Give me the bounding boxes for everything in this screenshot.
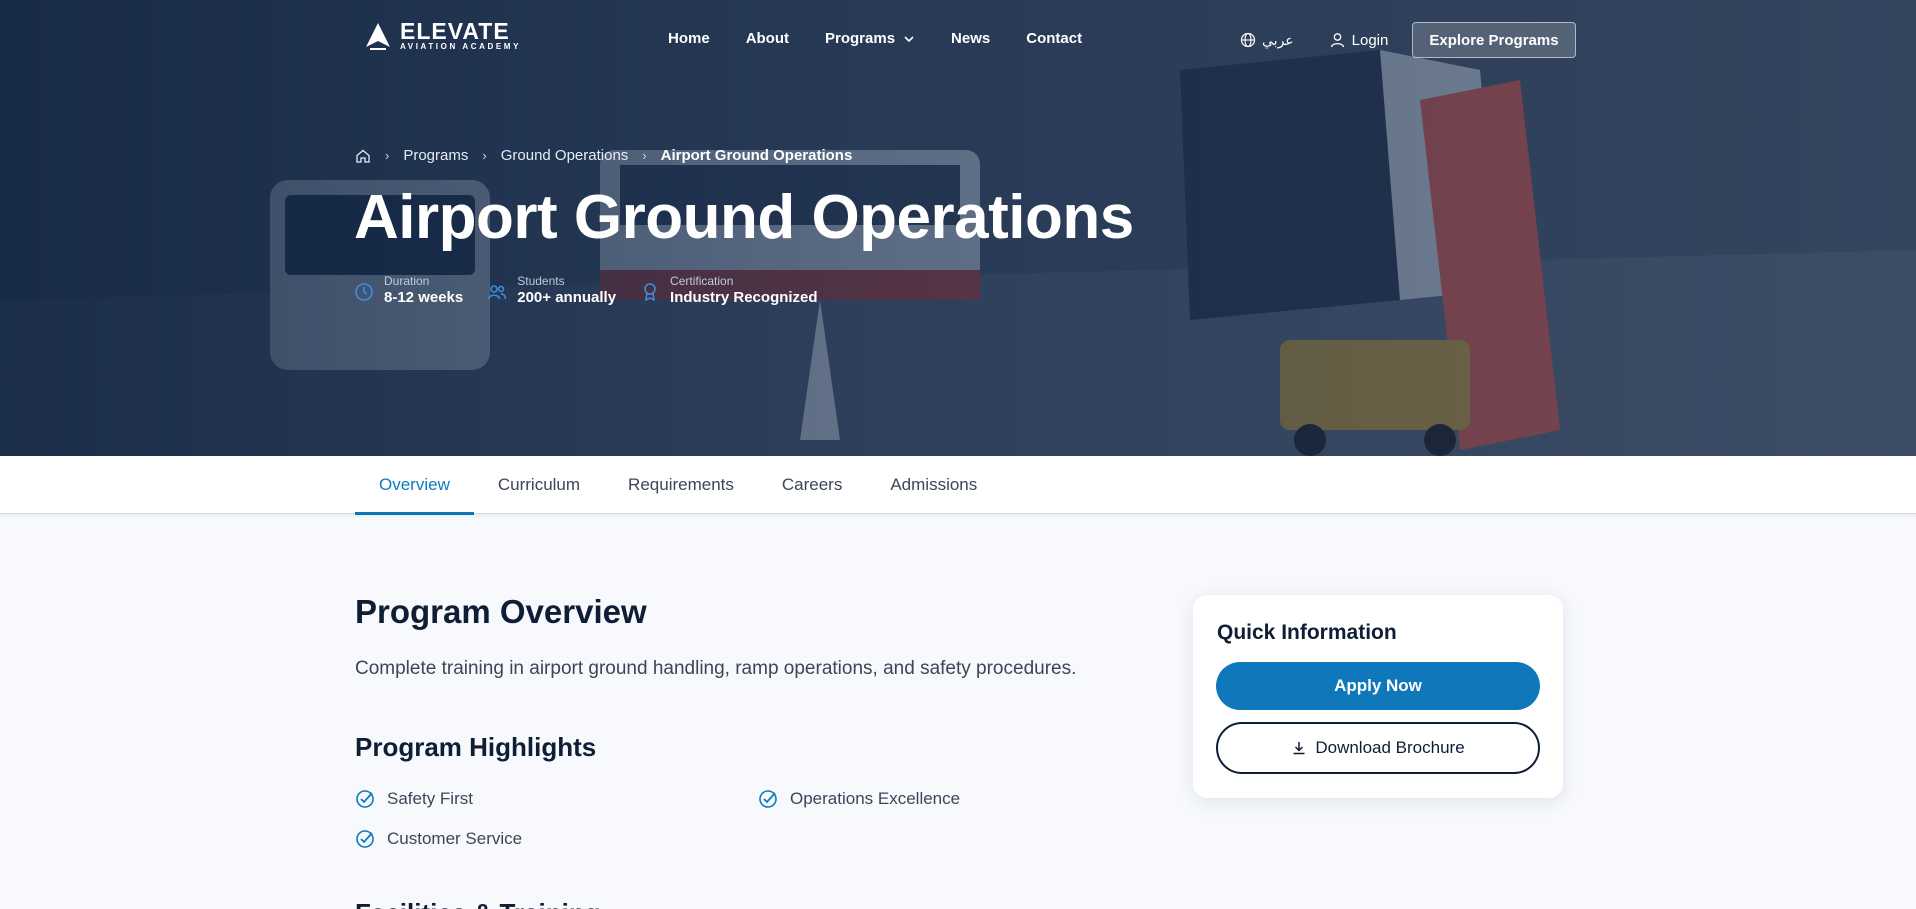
breadcrumb-current: Airport Ground Operations	[660, 147, 853, 164]
breadcrumb: › Programs › Ground Operations › Airport…	[355, 147, 852, 164]
check-circle-icon	[759, 790, 777, 808]
brand-name: ELEVATE	[400, 18, 510, 44]
home-icon[interactable]	[355, 148, 371, 164]
program-stats: Duration 8-12 weeks Students 200+ annual…	[354, 274, 818, 308]
login-link[interactable]: Login	[1330, 31, 1389, 49]
quick-info-title: Quick Information	[1217, 621, 1397, 644]
tab-admissions[interactable]: Admissions	[866, 456, 1001, 514]
page-title: Airport Ground Operations	[354, 183, 1134, 252]
globe-icon	[1240, 32, 1256, 48]
stat-duration: Duration 8-12 weeks	[354, 274, 463, 308]
stat-label: Students	[517, 274, 565, 288]
stat-value: 200+ annually	[517, 289, 617, 306]
apply-now-button[interactable]: Apply Now	[1216, 662, 1540, 710]
quick-info-card: Quick Information Apply Now Download Bro…	[1193, 595, 1563, 798]
plane-logo-icon	[366, 22, 390, 50]
stat-certification: Certification Industry Recognized	[640, 274, 818, 308]
overview-heading: Program Overview	[355, 593, 647, 630]
users-icon	[487, 285, 507, 300]
check-circle-icon	[356, 790, 374, 808]
nav-home[interactable]: Home	[668, 30, 710, 47]
facilities-heading: Facilities & Training	[355, 898, 601, 909]
main-nav: Home About Programs News Contact	[668, 30, 1082, 47]
nav-contact[interactable]: Contact	[1026, 30, 1082, 47]
highlight-item: Safety First	[355, 789, 473, 809]
download-brochure-button[interactable]: Download Brochure	[1216, 722, 1540, 774]
program-tabs: Overview Curriculum Requirements Careers…	[0, 456, 1916, 519]
brand-logo[interactable]: ELEVATE AVIATION ACADEMY	[364, 20, 521, 51]
highlight-item: Customer Service	[355, 829, 522, 849]
tab-overview[interactable]: Overview	[355, 456, 474, 515]
nav-programs-label: Programs	[825, 30, 896, 47]
highlights-heading: Program Highlights	[355, 732, 597, 762]
language-switch[interactable]: عربي	[1240, 32, 1294, 49]
language-label: عربي	[1262, 31, 1294, 48]
clock-icon	[355, 283, 373, 301]
explore-programs-button[interactable]: Explore Programs	[1412, 22, 1576, 58]
download-icon	[1293, 742, 1305, 755]
nav-about[interactable]: About	[746, 30, 789, 47]
chevron-right-icon: ›	[482, 148, 487, 163]
login-label: Login	[1351, 31, 1389, 49]
stat-label: Duration	[384, 274, 430, 288]
breadcrumb-ground-operations[interactable]: Ground Operations	[501, 147, 629, 164]
stat-students: Students 200+ annually	[487, 274, 616, 308]
top-navbar: ELEVATE AVIATION ACADEMY Home About Prog…	[0, 0, 1916, 80]
tab-curriculum[interactable]: Curriculum	[474, 456, 604, 514]
award-icon	[644, 283, 656, 302]
stat-value: 8-12 weeks	[384, 289, 464, 306]
stat-value: Industry Recognized	[670, 289, 818, 306]
highlight-item: Operations Excellence	[758, 789, 960, 809]
user-icon	[1330, 33, 1344, 48]
overview-description: Complete training in airport ground hand…	[355, 658, 1077, 679]
download-brochure-label: Download Brochure	[1315, 738, 1465, 757]
chevron-down-icon	[904, 35, 914, 42]
tab-careers[interactable]: Careers	[758, 456, 866, 514]
nav-news[interactable]: News	[951, 30, 990, 47]
tabs-shadow	[0, 513, 1916, 519]
highlight-label: Customer Service	[387, 829, 523, 848]
highlight-label: Operations Excellence	[790, 789, 961, 808]
nav-programs[interactable]: Programs	[825, 30, 915, 47]
chevron-right-icon: ›	[642, 148, 647, 163]
stat-label: Certification	[670, 274, 734, 288]
brand-tagline: AVIATION ACADEMY	[400, 42, 522, 51]
check-circle-icon	[356, 830, 374, 848]
breadcrumb-programs[interactable]: Programs	[403, 147, 468, 164]
nav-actions: عربي Login Explore Programs	[1240, 22, 1576, 58]
highlight-label: Safety First	[387, 789, 473, 808]
tab-requirements[interactable]: Requirements	[604, 456, 758, 514]
chevron-right-icon: ›	[385, 148, 390, 163]
